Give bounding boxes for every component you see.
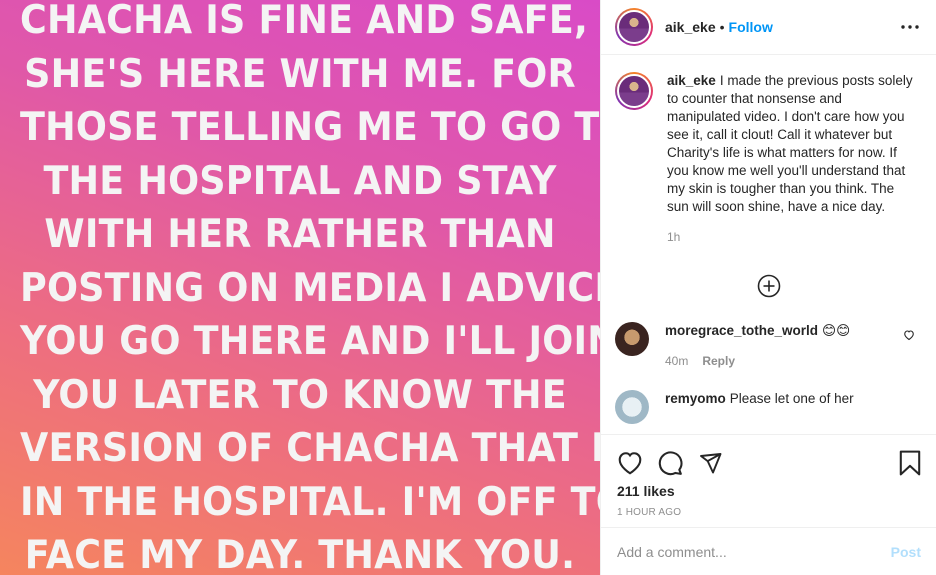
commenter-avatar[interactable] bbox=[615, 322, 649, 356]
image-text-line: YOU LATER TO KNOW THE bbox=[33, 370, 567, 418]
save-bookmark-icon[interactable] bbox=[897, 450, 923, 476]
load-more-comments-button[interactable] bbox=[601, 274, 936, 300]
author-username[interactable]: aik_eke bbox=[665, 19, 716, 35]
post-comment-button[interactable]: Post bbox=[891, 544, 921, 560]
reply-button[interactable]: Reply bbox=[702, 354, 735, 368]
image-text-line: THOSE TELLING ME TO GO TO bbox=[20, 103, 600, 151]
caption-body: I made the previous posts solely to coun… bbox=[667, 73, 913, 214]
image-text-line: POSTING ON MEDIA I ADVICE bbox=[20, 264, 600, 311]
caption-avatar[interactable] bbox=[615, 72, 653, 110]
comment-meta: 40m Reply bbox=[665, 354, 895, 368]
comment-bubble-icon[interactable] bbox=[657, 450, 683, 476]
comment-item: moregrace_tothe_world 😊😊 40m Reply bbox=[601, 322, 936, 368]
image-text-line: IN THE HOSPITAL. I'M OFF TO bbox=[20, 477, 600, 525]
commenter-username[interactable]: remyomo bbox=[665, 391, 726, 406]
post-actions: 211 likes 1 HOUR AGO bbox=[601, 434, 936, 527]
image-text-line: WITH HER RATHER THAN bbox=[44, 210, 556, 257]
image-text-line: VERSION OF CHACHA THAT IS bbox=[20, 424, 600, 471]
post-header: aik_eke • Follow bbox=[601, 0, 936, 55]
comment-body: Please let one of her bbox=[729, 391, 854, 406]
post-timestamp: 1 HOUR AGO bbox=[617, 507, 682, 518]
share-paper-plane-icon[interactable] bbox=[697, 450, 723, 476]
comment-body: 😊😊 bbox=[822, 323, 851, 338]
commenter-avatar[interactable] bbox=[615, 390, 649, 424]
add-comment-input[interactable] bbox=[617, 543, 891, 560]
plus-circle-icon bbox=[757, 274, 781, 298]
caption-time: 1h bbox=[667, 230, 681, 244]
post-sidebar: aik_eke • Follow aik_eke I made the previ… bbox=[600, 0, 936, 575]
image-text-line: CHACHA IS FINE AND SAFE, bbox=[20, 0, 589, 44]
image-text-line: SHE'S HERE WITH ME. FOR bbox=[24, 50, 576, 97]
caption-username[interactable]: aik_eke bbox=[667, 73, 716, 88]
commenter-username[interactable]: moregrace_tothe_world bbox=[665, 323, 818, 338]
comment-text: remyomo Please let one of her bbox=[665, 390, 895, 408]
action-bar bbox=[601, 435, 936, 481]
comments-list[interactable]: aik_eke I made the previous posts solely … bbox=[601, 56, 936, 434]
post-image[interactable]: CHACHA IS FINE AND SAFE, SHE'S HERE WITH… bbox=[0, 0, 600, 575]
image-text-line: THE HOSPITAL AND STAY bbox=[43, 157, 557, 204]
comment-item: remyomo Please let one of her bbox=[601, 390, 936, 424]
post-image-text: CHACHA IS FINE AND SAFE, SHE'S HERE WITH… bbox=[20, 0, 600, 575]
more-options-icon[interactable] bbox=[898, 15, 922, 39]
author-avatar[interactable] bbox=[615, 8, 653, 46]
post-caption: aik_eke I made the previous posts solely … bbox=[601, 56, 936, 244]
comment-time: 40m bbox=[665, 354, 689, 368]
caption-text: aik_eke I made the previous posts solely … bbox=[667, 72, 917, 216]
like-comment-heart-icon[interactable] bbox=[903, 328, 915, 346]
follow-button[interactable]: Follow bbox=[729, 19, 773, 35]
comment-text: moregrace_tothe_world 😊😊 bbox=[665, 322, 895, 340]
image-text-line: FACE MY DAY. THANK YOU. bbox=[24, 531, 576, 575]
separator-dot: • bbox=[719, 19, 725, 35]
image-text-line: YOU GO THERE AND I'LL JOIN bbox=[20, 317, 600, 364]
likes-count[interactable]: 211 likes bbox=[601, 481, 936, 499]
like-heart-icon[interactable] bbox=[617, 450, 643, 476]
add-comment-bar: Post bbox=[601, 527, 936, 575]
